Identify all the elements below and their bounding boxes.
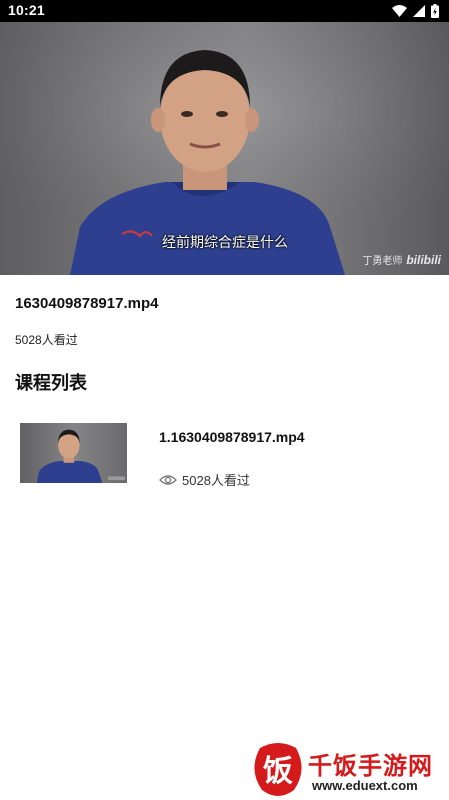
view-count: 5028人看过 [15,333,78,347]
eye-icon [159,474,177,485]
watermark-name: 丁勇老师 [362,256,403,267]
status-bar: 10:21 [0,0,449,22]
course-list-title: 课程列表 [15,373,87,393]
battery-icon [431,4,439,18]
status-icons [392,4,439,18]
site-name: 千饭手游网 [308,753,433,780]
video-title: 1630409878917.mp4 [15,295,159,312]
video-watermark: 丁勇老师 bilibili [362,252,441,267]
video-subtitle: 经前期综合症是什么 [162,234,288,250]
cellular-signal-icon [413,5,425,17]
site-logo-mark: 饭 [254,743,302,796]
site-logo-glyph: 饭 [263,754,293,789]
wifi-icon [392,5,407,17]
site-logo: 饭 千饭手游网 www.eduext.com [250,740,445,798]
course-name: 1.1630409878917.mp4 [159,429,305,445]
thumbnail-image [36,429,125,483]
status-time: 10:21 [8,2,45,18]
watermark-brand: bilibili [406,253,441,267]
course-list-item[interactable]: 1.1630409878917.mp4 5028人看过 [0,410,449,500]
course-views-label: 5028人看过 [182,473,250,488]
video-player[interactable]: 经前期综合症是什么 丁勇老师 bilibili [0,22,449,275]
course-view-count: 5028人看过 [159,470,250,489]
course-thumbnail [20,423,127,483]
site-url: www.eduext.com [312,778,418,793]
